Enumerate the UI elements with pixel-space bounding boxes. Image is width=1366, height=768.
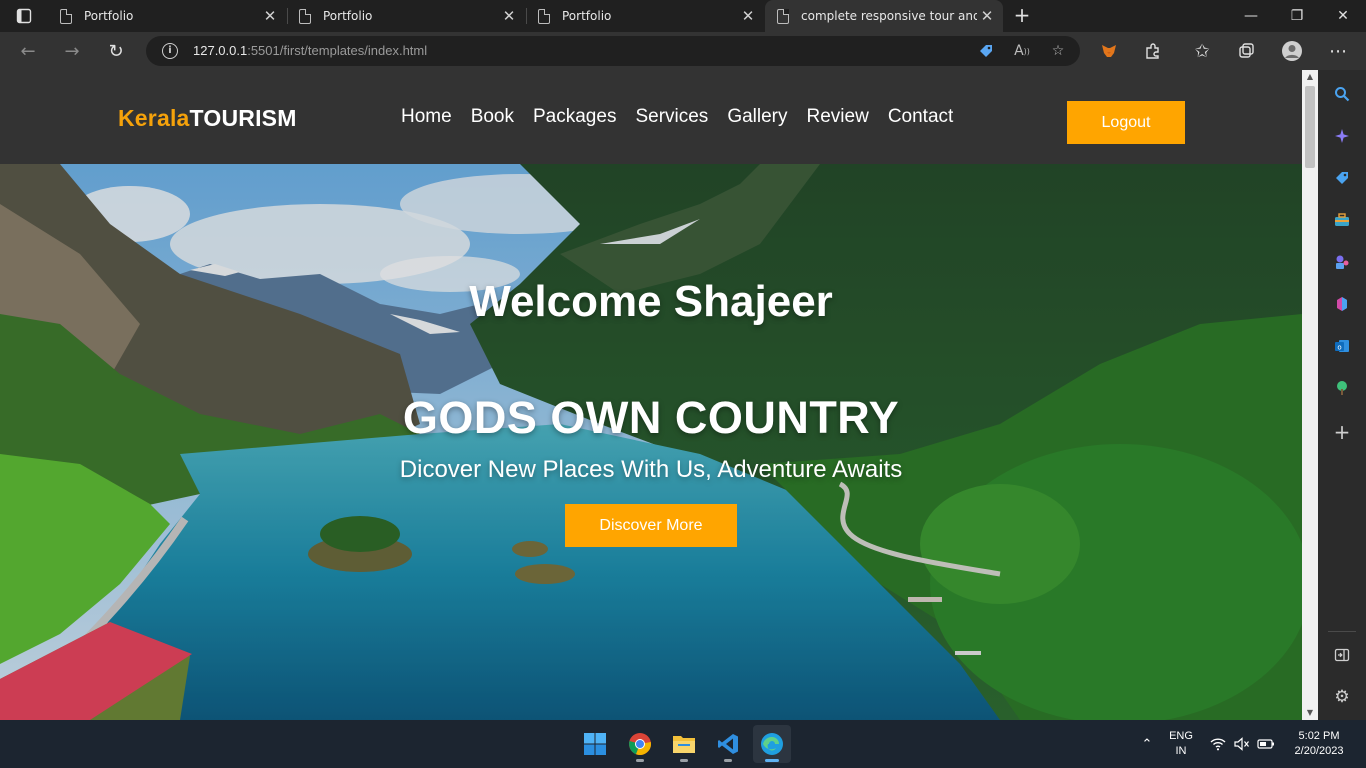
hide-sidebar-icon[interactable] (1332, 645, 1352, 665)
running-indicator (680, 759, 688, 762)
page-icon (60, 8, 72, 24)
nav-services[interactable]: Services (635, 106, 708, 128)
collections-icon[interactable] (1232, 37, 1260, 65)
tab-actions-icon[interactable] (8, 4, 40, 28)
scrollbar-thumb[interactable] (1305, 86, 1315, 168)
wifi-icon[interactable] (1209, 735, 1227, 753)
page-icon (299, 8, 311, 24)
url-path: :5501/first/templates/index.html (247, 43, 428, 58)
tab-title: Portfolio (84, 9, 134, 23)
site-header: KeralaTOURISM Home Book Packages Service… (0, 70, 1302, 164)
url-host: 127.0.0.1 (193, 43, 248, 58)
welcome-heading: Welcome Shajeer (469, 277, 833, 326)
page-scrollbar[interactable]: ▲ ▼ (1302, 70, 1318, 720)
outlook-icon[interactable]: o (1332, 336, 1352, 356)
tab-title: Portfolio (562, 9, 612, 23)
clock-date: 2/20/2023 (1294, 745, 1344, 757)
running-indicator (636, 759, 644, 762)
site-logo[interactable]: KeralaTOURISM (118, 105, 297, 132)
nav-home[interactable]: Home (401, 106, 452, 128)
discover-sparkle-icon[interactable] (1332, 126, 1352, 146)
running-indicator (765, 759, 779, 762)
logo-part-tourism: TOURISM (189, 105, 297, 131)
office-icon[interactable] (1332, 294, 1352, 314)
tab-title: complete responsive tour and tra (801, 9, 977, 23)
new-tab-button[interactable]: + (1010, 4, 1034, 28)
favorite-star-icon[interactable]: ☆ (1048, 41, 1068, 61)
hero-tagline: Dicover New Places With Us, Adventure Aw… (399, 456, 903, 483)
nav-gallery[interactable]: Gallery (727, 106, 787, 128)
hero-headline: GODS OWN COUNTRY (402, 392, 900, 443)
search-icon[interactable] (1332, 84, 1352, 104)
tab-portfolio-2[interactable]: Portfolio ✕ (287, 0, 525, 32)
favorites-icon[interactable]: ✩ (1188, 37, 1216, 65)
running-indicator (724, 759, 732, 762)
start-button[interactable] (576, 725, 614, 763)
add-icon[interactable]: + (1332, 420, 1352, 444)
refresh-icon[interactable]: ↻ (102, 37, 130, 65)
nav-book[interactable]: Book (471, 106, 514, 128)
profile-avatar[interactable] (1278, 37, 1306, 65)
hero-section: Welcome Shajeer GODS OWN COUNTRY Dicover… (0, 164, 1302, 720)
page-icon (777, 8, 789, 24)
tab-portfolio-1[interactable]: Portfolio ✕ (48, 0, 286, 32)
minimize-button[interactable]: — (1228, 0, 1274, 32)
edge-sidebar: o + ⚙ (1318, 70, 1366, 720)
games-icon[interactable] (1332, 252, 1352, 272)
logout-button[interactable]: Logout (1067, 101, 1185, 144)
nav-contact[interactable]: Contact (888, 106, 953, 128)
clock-time: 5:02 PM (1298, 730, 1340, 742)
back-arrow-icon[interactable]: ← (14, 37, 42, 65)
address-bar[interactable]: i 127.0.0.1:5501/first/templates/index.h… (146, 36, 1080, 66)
scroll-down-arrow-icon[interactable]: ▼ (1302, 706, 1318, 720)
restore-button[interactable]: ❐ (1274, 0, 1320, 32)
nav-packages[interactable]: Packages (533, 106, 616, 128)
tab-strip: Portfolio ✕ Portfolio ✕ Portfolio ✕ comp… (0, 0, 1366, 32)
settings-gear-icon[interactable]: ⚙ (1332, 687, 1352, 707)
metamask-fox-icon[interactable] (1095, 37, 1123, 65)
coupon-tag-icon[interactable] (976, 41, 996, 61)
language-indicator[interactable]: ENG IN (1164, 729, 1198, 759)
chrome-icon[interactable] (621, 725, 659, 763)
windows-taskbar: ⌃ ENG IN 5:02 PM 2/20/2023 (0, 720, 1366, 768)
more-menu-icon[interactable]: ⋯ (1324, 37, 1352, 65)
nav-review[interactable]: Review (807, 106, 869, 128)
svg-text:o: o (1337, 344, 1341, 352)
region-code: IN (1175, 745, 1187, 757)
tab-active[interactable]: complete responsive tour and tra ✕ (765, 0, 1003, 32)
sidebar-divider (1328, 631, 1356, 632)
close-icon[interactable]: ✕ (260, 7, 280, 25)
close-icon[interactable]: ✕ (977, 7, 997, 25)
web-viewport: KeralaTOURISM Home Book Packages Service… (0, 70, 1302, 720)
close-icon[interactable]: ✕ (499, 7, 519, 25)
close-icon[interactable]: ✕ (738, 7, 758, 25)
scroll-up-arrow-icon[interactable]: ▲ (1302, 70, 1318, 84)
file-explorer-icon[interactable] (665, 725, 703, 763)
tools-briefcase-icon[interactable] (1332, 210, 1352, 230)
tree-drop-icon[interactable] (1332, 378, 1352, 398)
speaker-muted-icon[interactable] (1233, 735, 1251, 753)
edge-icon[interactable] (753, 725, 791, 763)
discover-more-button[interactable]: Discover More (565, 504, 737, 547)
shopping-tag-icon[interactable] (1332, 168, 1352, 188)
browser-toolbar: ← → ↻ i 127.0.0.1:5501/first/templates/i… (0, 32, 1366, 70)
page-icon (538, 8, 550, 24)
forward-arrow-icon[interactable]: → (58, 37, 86, 65)
url-text[interactable]: 127.0.0.1:5501/first/templates/index.htm… (193, 43, 427, 58)
close-window-button[interactable]: ✕ (1320, 0, 1366, 32)
main-nav: Home Book Packages Services Gallery Revi… (401, 106, 953, 128)
logo-part-kerala: Kerala (118, 105, 190, 131)
vscode-icon[interactable] (709, 725, 747, 763)
info-icon[interactable]: i (162, 43, 178, 59)
tab-title: Portfolio (323, 9, 373, 23)
extensions-puzzle-icon[interactable] (1139, 37, 1167, 65)
chevron-up-icon[interactable]: ⌃ (1138, 735, 1156, 753)
clock[interactable]: 5:02 PM 2/20/2023 (1284, 729, 1354, 759)
read-aloud-icon[interactable]: A)) (1012, 41, 1032, 61)
tab-portfolio-3[interactable]: Portfolio ✕ (526, 0, 764, 32)
language-code: ENG (1169, 730, 1193, 742)
battery-icon[interactable] (1257, 735, 1275, 753)
